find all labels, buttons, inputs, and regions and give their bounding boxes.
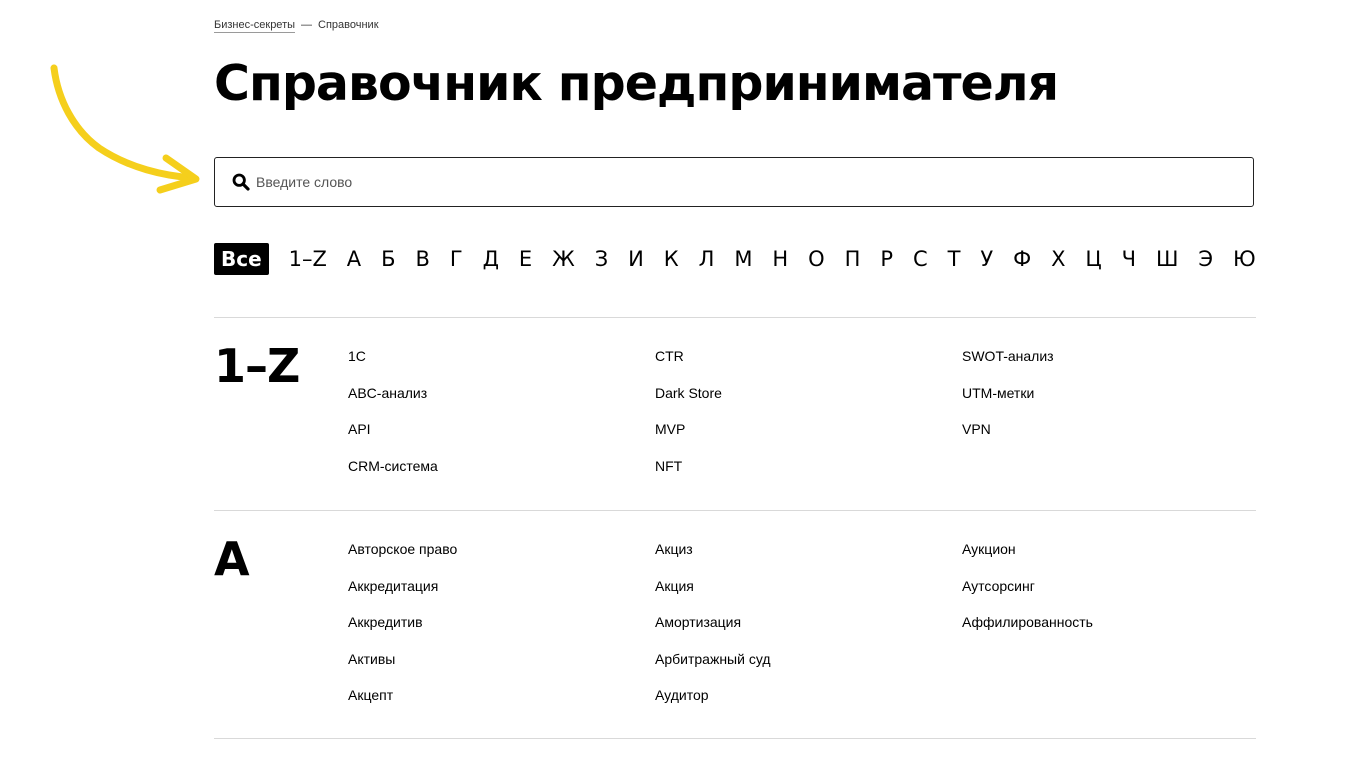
search-icon (232, 173, 250, 191)
alphabet-letter[interactable]: Е (519, 243, 532, 275)
term-column: 1С ABC-анализ API CRM-система (348, 338, 648, 484)
term-link[interactable]: API (348, 411, 648, 448)
term-link[interactable]: ABC-анализ (348, 375, 648, 412)
alphabet-letter[interactable]: П (845, 243, 861, 275)
term-link[interactable]: Арбитражный суд (655, 641, 955, 678)
term-link[interactable]: Акцепт (348, 677, 648, 714)
alphabet-letter[interactable]: Д (483, 243, 499, 275)
glossary-section: А Авторское право Аккредитация Аккредитив Ак… (214, 510, 1256, 742)
page-title: Справочник предпринимателя (214, 55, 1059, 112)
term-link[interactable]: Аккредитация (348, 568, 648, 605)
section-letter: А (214, 532, 250, 586)
section-divider (214, 738, 1256, 739)
term-column: SWOT-анализ UTM-метки VPN (962, 338, 1262, 448)
alphabet-letter[interactable]: О (808, 243, 825, 275)
term-column: Авторское право Аккредитация Аккредитив Акт… (348, 531, 648, 714)
alphabet-letter[interactable]: Э (1198, 243, 1213, 275)
alphabet-letter[interactable]: Н (772, 243, 788, 275)
alphabet-filter-all[interactable]: Все (214, 243, 269, 275)
term-link[interactable]: NFT (655, 448, 955, 485)
term-link[interactable]: Dark Store (655, 375, 955, 412)
breadcrumb-separator: — (301, 19, 313, 31)
glossary-section: 1–Z 1С ABC-анализ API CRM-система CTR Dark Sto… (214, 317, 1256, 512)
term-link[interactable]: Аукцион (962, 531, 1262, 568)
alphabet-letter[interactable]: Р (880, 243, 893, 275)
alphabet-letter[interactable]: Ш (1156, 243, 1178, 275)
alphabet-letter[interactable]: Х (1051, 243, 1065, 275)
yellow-arrow-annotation (50, 64, 200, 194)
alphabet-letter[interactable]: М (734, 243, 752, 275)
alphabet-letter[interactable]: К (664, 243, 679, 275)
term-link[interactable]: CTR (655, 338, 955, 375)
breadcrumb-current: Справочник (318, 19, 379, 31)
term-link[interactable]: Акциз (655, 531, 955, 568)
alphabet-letter[interactable]: Ж (552, 243, 575, 275)
alphabet-letter[interactable]: Ф (1013, 243, 1031, 275)
alphabet-letter[interactable]: В (415, 243, 429, 275)
term-link[interactable]: Амортизация (655, 604, 955, 641)
search-input[interactable] (256, 174, 1216, 190)
alphabet-letter[interactable]: У (980, 243, 993, 275)
term-column: Акциз Акция Амортизация Арбитражный суд Ауди… (655, 531, 955, 714)
alphabet-letter[interactable]: Ц (1085, 243, 1101, 275)
term-link[interactable]: Активы (348, 641, 648, 678)
alphabet-letter[interactable]: 1–Z (289, 243, 327, 275)
alphabet-letter[interactable]: З (595, 243, 608, 275)
alphabet-letter[interactable]: И (628, 243, 644, 275)
alphabet-letter[interactable]: Т (948, 243, 961, 275)
term-link[interactable]: Аффилированность (962, 604, 1262, 641)
term-link[interactable]: UTM-метки (962, 375, 1262, 412)
term-link[interactable]: SWOT-анализ (962, 338, 1262, 375)
term-link[interactable]: Авторское право (348, 531, 648, 568)
term-link[interactable]: CRM-система (348, 448, 648, 485)
section-letter: 1–Z (214, 339, 300, 393)
breadcrumb-parent-link[interactable]: Бизнес-секреты (214, 19, 296, 33)
alphabet-letter[interactable]: А (347, 243, 361, 275)
term-link[interactable]: 1С (348, 338, 648, 375)
alphabet-filter: Все 1–Z А Б В Г Д Е Ж З И К Л М Н О П Р С Т У Ф Х Ц Ч Ш Э Ю (214, 243, 1256, 275)
term-column: CTR Dark Store MVP NFT (655, 338, 955, 484)
term-link[interactable]: Аутсорсинг (962, 568, 1262, 605)
alphabet-letter[interactable]: Б (381, 243, 395, 275)
term-link[interactable]: MVP (655, 411, 955, 448)
alphabet-letter[interactable]: Ю (1233, 243, 1256, 275)
term-link[interactable]: VPN (962, 411, 1262, 448)
term-column: Аукцион Аутсорсинг Аффилированность (962, 531, 1262, 641)
search-box[interactable] (214, 157, 1254, 207)
alphabet-letter[interactable]: Г (450, 243, 463, 275)
breadcrumb: Бизнес-секреты — Справочник (214, 19, 379, 33)
alphabet-letter[interactable]: Л (699, 243, 715, 275)
term-link[interactable]: Акция (655, 568, 955, 605)
term-link[interactable]: Аккредитив (348, 604, 648, 641)
alphabet-letter[interactable]: С (913, 243, 928, 275)
term-link[interactable]: Аудитор (655, 677, 955, 714)
alphabet-letter[interactable]: Ч (1122, 243, 1136, 275)
